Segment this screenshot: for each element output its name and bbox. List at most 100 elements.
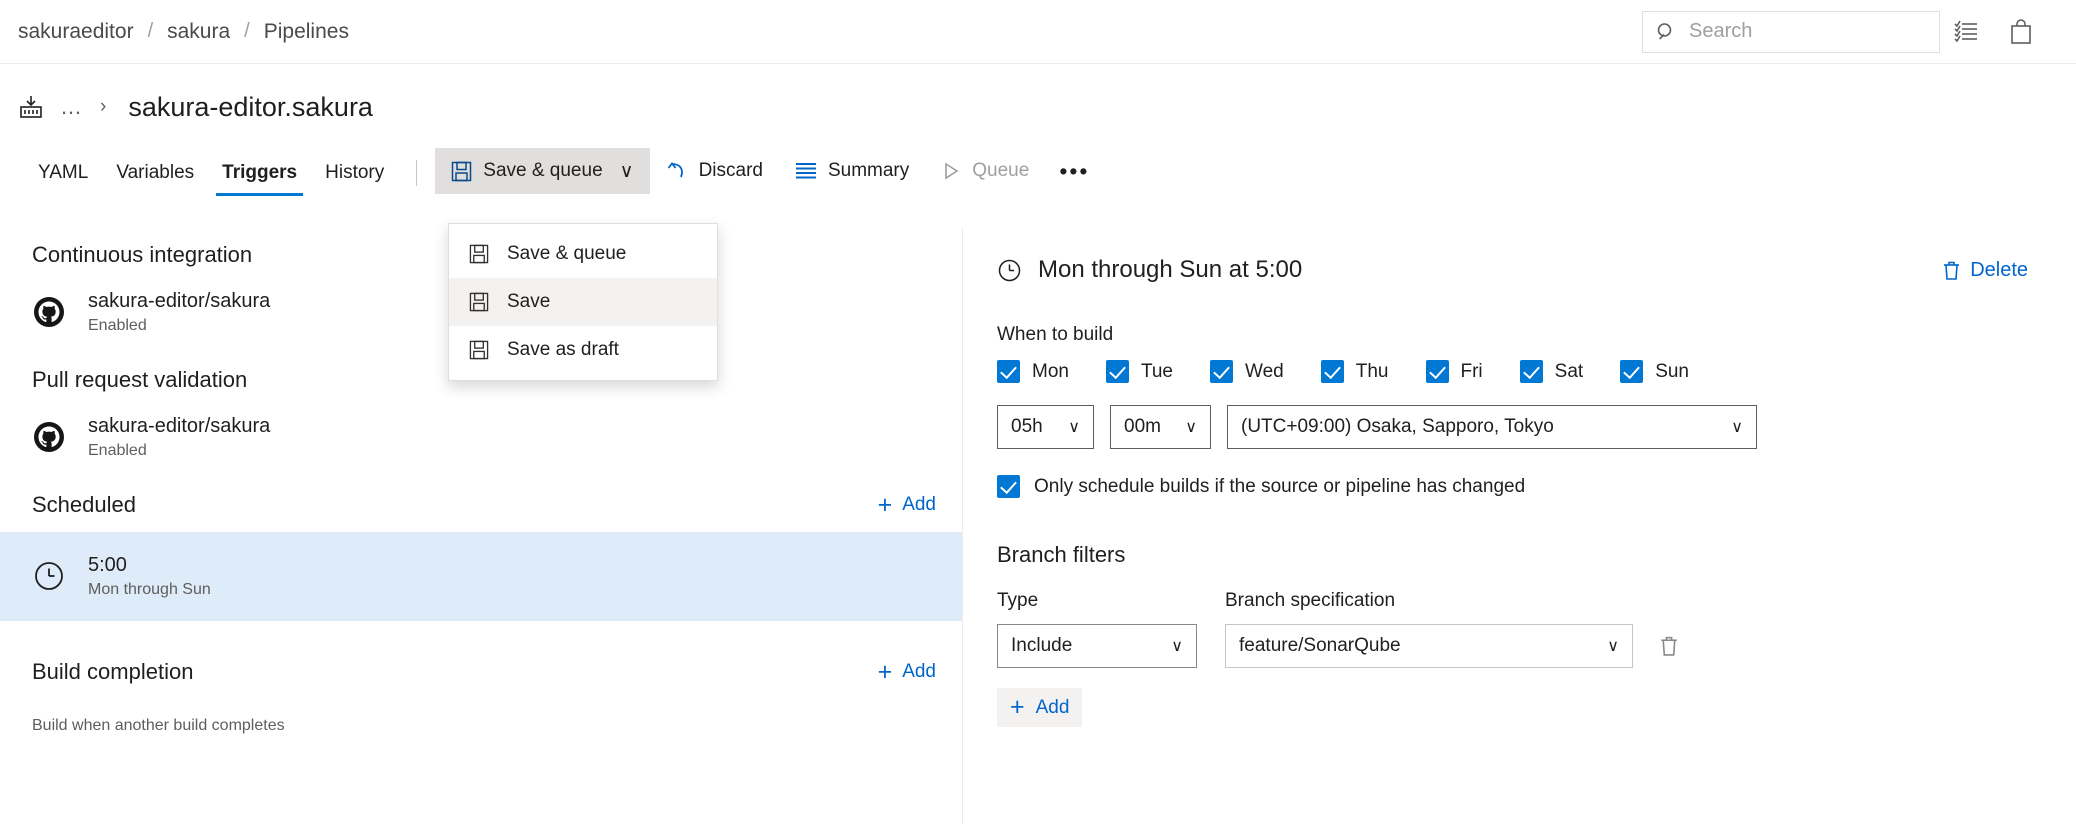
checkbox-icon[interactable] — [1425, 360, 1449, 383]
day-checkbox-thu[interactable]: Thu — [1320, 360, 1389, 383]
play-icon — [941, 161, 961, 181]
more-actions-button[interactable]: ••• — [1045, 148, 1103, 194]
delete-branch-filter-button[interactable] — [1653, 624, 1685, 668]
action-toolbar: Save & queue ∨ Discard Summary Queue ••• — [435, 148, 1103, 194]
timezone-select[interactable]: (UTC+09:00) Osaka, Sapporo, Tokyo ∨ — [1227, 405, 1757, 449]
save-and-queue-button[interactable]: Save & queue ∨ — [435, 148, 650, 194]
trigger-item-texts: 5:00 Mon through Sun — [88, 552, 211, 599]
plus-icon: + — [877, 657, 893, 686]
pipeline-overflow-menu[interactable]: … — [60, 94, 84, 120]
checkbox-icon[interactable] — [1210, 360, 1234, 383]
save-dropdown-menu: Save & queue Save Save as draft — [448, 223, 718, 381]
day-label: Mon — [1032, 360, 1069, 382]
add-label: Add — [902, 494, 936, 515]
save-and-queue-label: Save & queue — [483, 160, 603, 181]
pipeline-icon — [18, 94, 44, 120]
summary-button[interactable]: Summary — [779, 148, 925, 194]
trigger-list-item[interactable]: sakura-editor/sakura Enabled — [0, 407, 962, 478]
trigger-item-name: sakura-editor/sakura — [88, 415, 271, 437]
trigger-item-texts: sakura-editor/sakura Enabled — [88, 288, 270, 335]
tab-triggers[interactable]: Triggers — [208, 150, 311, 196]
search-placeholder: Search — [1689, 20, 1753, 42]
chevron-down-icon: ∨ — [1731, 419, 1743, 436]
trigger-item-status: Enabled — [88, 317, 147, 334]
menu-item-save[interactable]: Save — [449, 278, 717, 326]
day-checkbox-sat[interactable]: Sat — [1519, 360, 1583, 383]
minute-select[interactable]: 00m ∨ — [1110, 405, 1211, 449]
discard-label: Discard — [698, 160, 763, 181]
discard-button[interactable]: Discard — [650, 148, 779, 194]
global-top-bar: sakuraeditor / sakura / Pipelines Search — [0, 0, 2076, 64]
shopping-bag-icon[interactable] — [1994, 11, 2048, 53]
breadcrumb-pipelines[interactable]: Pipelines — [264, 20, 349, 44]
chevron-down-icon: ∨ — [1171, 638, 1183, 655]
trigger-item-status: Enabled — [88, 442, 147, 459]
day-label: Sun — [1655, 360, 1689, 382]
menu-item-save-as-draft[interactable]: Save as draft — [449, 326, 717, 374]
breadcrumb-organization[interactable]: sakuraeditor — [18, 20, 134, 44]
menu-item-save-and-queue[interactable]: Save & queue — [449, 230, 717, 278]
add-build-completion-trigger-button[interactable]: + Add — [877, 657, 936, 686]
day-label: Fri — [1460, 360, 1483, 382]
only-schedule-if-changed-checkbox[interactable]: Only schedule builds if the source or pi… — [997, 475, 2076, 498]
delete-trigger-button[interactable]: Delete — [1942, 259, 2028, 282]
trigger-item-texts: sakura-editor/sakura Enabled — [88, 413, 270, 460]
day-checkbox-wed[interactable]: Wed — [1210, 360, 1284, 383]
plus-icon: + — [877, 490, 893, 519]
triggers-body: Continuous integration sakura-editor/sak… — [0, 228, 2076, 824]
chevron-down-icon: ∨ — [1068, 419, 1080, 436]
checkbox-icon[interactable] — [997, 360, 1020, 383]
add-label: Add — [1035, 696, 1070, 718]
trigger-item-name: sakura-editor/sakura — [88, 290, 271, 312]
timezone-value: (UTC+09:00) Osaka, Sapporo, Tokyo — [1241, 416, 1554, 437]
breadcrumb-project[interactable]: sakura — [167, 20, 230, 44]
save-icon — [469, 244, 489, 264]
tab-history[interactable]: History — [311, 150, 398, 196]
checkbox-icon[interactable] — [1320, 360, 1344, 383]
section-title: Scheduled — [32, 492, 136, 517]
menu-item-label: Save — [507, 291, 551, 312]
day-checkbox-mon[interactable]: Mon — [997, 360, 1069, 383]
trigger-item-name: 5:00 — [88, 554, 127, 576]
tab-variables[interactable]: Variables — [102, 150, 208, 196]
checkbox-icon[interactable] — [1519, 360, 1543, 383]
add-branch-filter-button[interactable]: + Add — [997, 688, 1083, 727]
tab-yaml[interactable]: YAML — [24, 150, 102, 196]
section-scheduled: Scheduled + Add — [0, 478, 962, 532]
branch-filter-type-select[interactable]: Include ∨ — [997, 624, 1197, 668]
breadcrumb-separator: / — [147, 20, 154, 42]
menu-item-label: Save & queue — [507, 243, 627, 264]
section-title: Pull request validation — [32, 367, 248, 392]
when-to-build-label: When to build — [997, 324, 1114, 345]
queue-label: Queue — [972, 160, 1030, 181]
trigger-list-item-selected[interactable]: 5:00 Mon through Sun — [0, 532, 962, 621]
chevron-down-icon: ∨ — [1607, 638, 1619, 655]
add-scheduled-trigger-button[interactable]: + Add — [877, 490, 936, 519]
section-title: Continuous integration — [32, 242, 253, 267]
branch-specification-header: Branch specification — [1225, 590, 1396, 611]
day-checkbox-fri[interactable]: Fri — [1425, 360, 1483, 383]
checkbox-icon[interactable] — [1620, 360, 1644, 383]
summary-list-icon — [795, 161, 817, 181]
trigger-item-status: Mon through Sun — [88, 581, 211, 598]
tab-and-toolbar: YAML Variables Triggers History Save & q… — [0, 142, 2076, 196]
day-checkbox-tue[interactable]: Tue — [1105, 360, 1173, 383]
save-icon — [469, 340, 489, 360]
only-schedule-label: Only schedule builds if the source or pi… — [1034, 475, 1526, 497]
branch-column: Branch specification feature/SonarQube ∨ — [1225, 590, 1633, 668]
day-checkbox-sun[interactable]: Sun — [1620, 360, 1689, 383]
github-icon — [32, 420, 66, 454]
checkbox-icon[interactable] — [1105, 360, 1129, 383]
branch-specification-select[interactable]: feature/SonarQube ∨ — [1225, 624, 1633, 668]
chevron-down-icon: ∨ — [1185, 419, 1197, 436]
save-icon — [451, 161, 472, 182]
breadcrumb: sakuraeditor / sakura / Pipelines — [18, 20, 349, 44]
checkbox-icon[interactable] — [997, 475, 1020, 498]
task-list-icon[interactable] — [1940, 11, 1994, 53]
summary-label: Summary — [827, 160, 910, 181]
page-title: sakura-editor.sakura — [128, 91, 373, 122]
github-icon — [32, 295, 66, 329]
search-input[interactable]: Search — [1642, 10, 1940, 53]
chevron-down-icon[interactable]: ∨ — [620, 160, 634, 183]
hour-select[interactable]: 05h ∨ — [997, 405, 1094, 449]
